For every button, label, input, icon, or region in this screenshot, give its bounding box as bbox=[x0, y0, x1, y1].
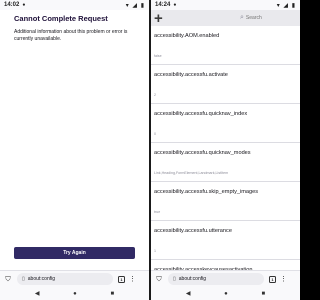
search-box[interactable]: ⌕ bbox=[240, 11, 300, 25]
status-bar: 14:02 ● ▾ ◢ ▮ bbox=[0, 0, 149, 10]
pref-value: 2 bbox=[154, 93, 156, 97]
browser-toolbar: ⛉ ▯ about:config 1 ⋮ bbox=[0, 270, 149, 287]
shield-icon[interactable]: ⛉ bbox=[4, 275, 12, 284]
status-time: 14:24 bbox=[155, 2, 171, 8]
status-bar: 14:24 ● ▾ ◢ ▮ bbox=[151, 0, 300, 10]
left-screen: 14:02 ● ▾ ◢ ▮ Cannot Complete Request Ad… bbox=[0, 0, 149, 300]
android-nav-bar: ◀ ● ■ bbox=[0, 287, 149, 300]
pref-value: 0 bbox=[154, 132, 156, 136]
pref-row[interactable]: accessibility.accessfu.quicknav_index 0 bbox=[151, 104, 300, 143]
search-input[interactable] bbox=[245, 15, 296, 21]
url-bar[interactable]: ▯ about:config bbox=[168, 273, 264, 285]
error-message: Additional information about this proble… bbox=[14, 29, 128, 42]
url-text: about:config bbox=[27, 276, 56, 282]
nav-back-icon[interactable]: ◀ bbox=[35, 290, 40, 297]
nav-recents-icon[interactable]: ■ bbox=[111, 291, 115, 297]
pref-row[interactable]: accessibility.accessfu.utterance 1 bbox=[151, 221, 300, 260]
right-screen: 14:24 ● ▾ ◢ ▮ + ⌕ accessibility.AOM.enab… bbox=[151, 0, 300, 300]
tabs-icon[interactable]: 1 bbox=[269, 275, 276, 283]
pref-name: accessibility.accessfu.activate bbox=[154, 72, 228, 78]
search-icon: ⌕ bbox=[240, 14, 244, 21]
kebab-menu-icon[interactable]: ⋮ bbox=[129, 276, 136, 283]
nav-home-icon[interactable]: ● bbox=[224, 291, 228, 297]
nav-recents-icon[interactable]: ■ bbox=[262, 291, 266, 297]
pref-row[interactable]: accessibility.AOM.enabled false bbox=[151, 26, 300, 65]
preference-list: accessibility.AOM.enabled false accessib… bbox=[151, 26, 300, 299]
pref-name: accessibility.accessfu.quicknav_modes bbox=[154, 150, 251, 156]
kebab-menu-icon[interactable]: ⋮ bbox=[280, 276, 287, 283]
pref-name: accessibility.accessfu.quicknav_index bbox=[154, 111, 248, 117]
nav-home-icon[interactable]: ● bbox=[73, 291, 77, 297]
pref-name: accessibility.accessfu.skip_empty_images bbox=[154, 189, 259, 195]
pref-row[interactable]: accessibility.accessfu.skip_empty_images… bbox=[151, 182, 300, 221]
try-again-button[interactable]: Try Again bbox=[14, 247, 135, 259]
pref-value: false bbox=[154, 54, 162, 58]
page-icon: ▯ bbox=[173, 276, 176, 282]
error-title: Cannot Complete Request bbox=[14, 14, 108, 23]
system-status-icons: ▾ ◢ ▮ bbox=[125, 2, 145, 9]
plus-icon[interactable]: + bbox=[154, 11, 163, 26]
android-nav-bar: ◀ ● ■ bbox=[151, 287, 300, 300]
config-header: + ⌕ bbox=[151, 10, 300, 26]
pref-row[interactable]: accessibility.accessfu.activate 2 bbox=[151, 65, 300, 104]
pref-value: 1 bbox=[154, 249, 156, 253]
notification-dot-icon: ● bbox=[22, 2, 26, 8]
pref-row[interactable]: accessibility.accessfu.quicknav_modes Li… bbox=[151, 143, 300, 182]
pref-name: accessibility.AOM.enabled bbox=[154, 33, 220, 39]
pref-value: true bbox=[154, 210, 161, 214]
system-status-icons: ▾ ◢ ▮ bbox=[276, 2, 296, 9]
shield-icon[interactable]: ⛉ bbox=[155, 275, 163, 284]
notification-dot-icon: ● bbox=[173, 2, 177, 8]
tabs-icon[interactable]: 1 bbox=[118, 275, 125, 283]
browser-toolbar: ⛉ ▯ about:config 1 ⋮ bbox=[151, 270, 300, 287]
pref-name: accessibility.accessfu.utterance bbox=[154, 228, 232, 234]
url-text: about:config bbox=[178, 276, 207, 282]
pref-value: Link,Heading,FormElement,Landmark,ListIt… bbox=[154, 171, 229, 175]
status-time: 14:02 bbox=[4, 2, 20, 8]
nav-back-icon[interactable]: ◀ bbox=[186, 290, 191, 297]
url-bar[interactable]: ▯ about:config bbox=[17, 273, 113, 285]
page-icon: ▯ bbox=[22, 276, 25, 282]
